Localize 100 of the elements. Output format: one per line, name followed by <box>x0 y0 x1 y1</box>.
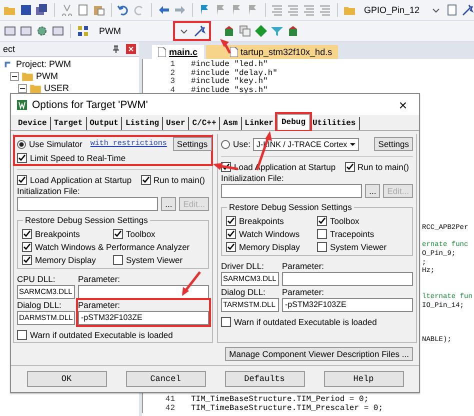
checkbox[interactable] <box>226 242 236 252</box>
group-title: Restore Debug Session Settings <box>227 202 354 212</box>
folder-icon <box>22 72 33 80</box>
undo-icon[interactable] <box>117 4 130 16</box>
tab[interactable]: Utilities <box>310 117 360 130</box>
app-icon <box>17 100 27 110</box>
init-file-field[interactable] <box>17 197 158 211</box>
checkbox[interactable] <box>317 216 327 226</box>
checkbox[interactable] <box>22 228 32 238</box>
tab[interactable]: Target <box>50 117 87 130</box>
wand-icon[interactable] <box>462 4 474 16</box>
target-select[interactable]: PWM <box>93 26 169 36</box>
tab[interactable]: Debug <box>277 114 310 130</box>
tab[interactable]: C/C++ <box>189 117 220 130</box>
checkbox-label: Toolbox <box>126 228 156 238</box>
page-icon[interactable] <box>52 25 64 37</box>
radio-button[interactable] <box>17 140 26 148</box>
checkbox[interactable] <box>22 254 32 264</box>
checkbox-label: Toolbox <box>330 216 360 226</box>
checkbox-label: System Viewer <box>126 254 183 264</box>
parameter-field[interactable] <box>78 285 209 299</box>
checkbox[interactable] <box>140 174 150 184</box>
dialog-button[interactable]: Help <box>324 371 404 387</box>
lines-icon[interactable] <box>303 4 316 16</box>
code-line: #include "sys.h" <box>191 86 268 96</box>
code-line: TIM_TimeBaseStructure.TIM_Prescaler = 0; <box>191 404 384 414</box>
parameter-field[interactable] <box>282 272 413 286</box>
field-label: Initialization File: <box>221 173 285 184</box>
page-icon[interactable] <box>4 25 16 37</box>
checkbox-label: Memory Display <box>35 254 96 264</box>
browse-button[interactable]: ... <box>161 197 176 211</box>
checkbox[interactable] <box>113 228 123 238</box>
checkbox[interactable] <box>344 162 354 172</box>
parameter-field[interactable]: -pSTM32F103ZE <box>78 311 209 325</box>
pointer-arrow <box>220 39 232 54</box>
parameter-field[interactable]: -pSTM32F103ZE <box>282 298 413 312</box>
tab[interactable]: Asm <box>220 117 242 130</box>
arrow-left-icon[interactable] <box>158 4 170 16</box>
code-line: TIM_TimeBaseStructure.TIM_Period = 0; <box>191 396 369 404</box>
manage-button[interactable]: Manage Component Viewer Description Files ... <box>225 347 413 361</box>
checkbox-label: Breakpoints <box>239 216 284 226</box>
close-button[interactable]: × <box>392 96 413 112</box>
grid-icon[interactable] <box>77 25 89 37</box>
checkbox-label: Watch Windows & Performance Analyzer <box>35 242 190 252</box>
page-icon[interactable] <box>20 25 32 37</box>
dialog-button[interactable]: Defaults <box>224 371 304 387</box>
field-label: Dialog DLL: <box>17 300 62 311</box>
pages-icon[interactable] <box>239 25 251 37</box>
collapse-toggle[interactable] <box>10 72 19 80</box>
checkbox[interactable] <box>226 228 236 238</box>
settings-button[interactable]: Settings <box>374 137 413 151</box>
page-icon[interactable] <box>76 4 89 16</box>
lines-icon[interactable] <box>287 4 300 16</box>
init-file-field[interactable] <box>221 184 362 198</box>
checkbox[interactable] <box>226 216 236 226</box>
checkbox[interactable] <box>317 242 327 252</box>
dialog-button[interactable]: OK <box>26 371 106 387</box>
line-number: 41 <box>164 396 176 404</box>
tree-item[interactable]: Project: PWM <box>2 58 137 70</box>
settings-button[interactable]: Settings <box>172 137 212 151</box>
code-line: #include "led.h" <box>191 61 268 69</box>
radio-button[interactable] <box>221 140 230 148</box>
find-combo[interactable]: GPIO_Pin_12 <box>360 5 426 15</box>
file-tab[interactable]: main.c <box>152 45 204 59</box>
dialog-button[interactable]: Cancel <box>126 371 206 387</box>
flag-icon[interactable] <box>198 4 211 16</box>
line-number: 4 <box>169 86 176 96</box>
tab[interactable]: Output <box>86 117 122 130</box>
file-tab[interactable]: tartup_stm32f10x_hd.s <box>206 45 338 59</box>
lines-icon[interactable] <box>319 4 332 16</box>
scissors-icon[interactable] <box>60 4 73 16</box>
close-icon[interactable] <box>126 44 136 54</box>
checkbox[interactable] <box>17 152 27 162</box>
tab[interactable]: Listing <box>122 117 164 130</box>
wand-icon[interactable] <box>194 25 206 37</box>
checkbox[interactable] <box>17 330 27 340</box>
collapse-toggle[interactable] <box>18 84 27 92</box>
tab[interactable]: Device <box>15 117 51 130</box>
group-title: Restore Debug Session Settings <box>23 215 150 225</box>
checkbox-label: Run to main() <box>154 174 205 184</box>
file-icon <box>230 47 238 57</box>
checkbox-label: Limit Speed to Real-Time <box>30 152 126 162</box>
tab[interactable]: User <box>163 117 190 130</box>
field-label: Parameter: <box>78 274 122 285</box>
panel-title: ect <box>3 44 16 54</box>
checkbox[interactable] <box>221 316 231 326</box>
diamond-icon[interactable] <box>255 25 267 37</box>
code-line: #include "delay.h" <box>191 70 278 78</box>
page-icon[interactable] <box>446 4 458 16</box>
checkbox[interactable] <box>22 242 32 252</box>
tree-item[interactable]: PWM <box>10 70 137 82</box>
field-label: Initialization File: <box>17 186 81 197</box>
checkbox[interactable] <box>317 228 327 238</box>
checkbox[interactable] <box>113 254 123 264</box>
pin-icon[interactable] <box>112 45 120 53</box>
checkbox[interactable] <box>17 174 27 184</box>
tree-item[interactable]: USER <box>18 82 137 94</box>
checkbox-label: Warn if outdated Executable is loaded <box>234 316 377 326</box>
browse-button[interactable]: ... <box>365 184 380 198</box>
lines-icon[interactable] <box>271 4 284 16</box>
